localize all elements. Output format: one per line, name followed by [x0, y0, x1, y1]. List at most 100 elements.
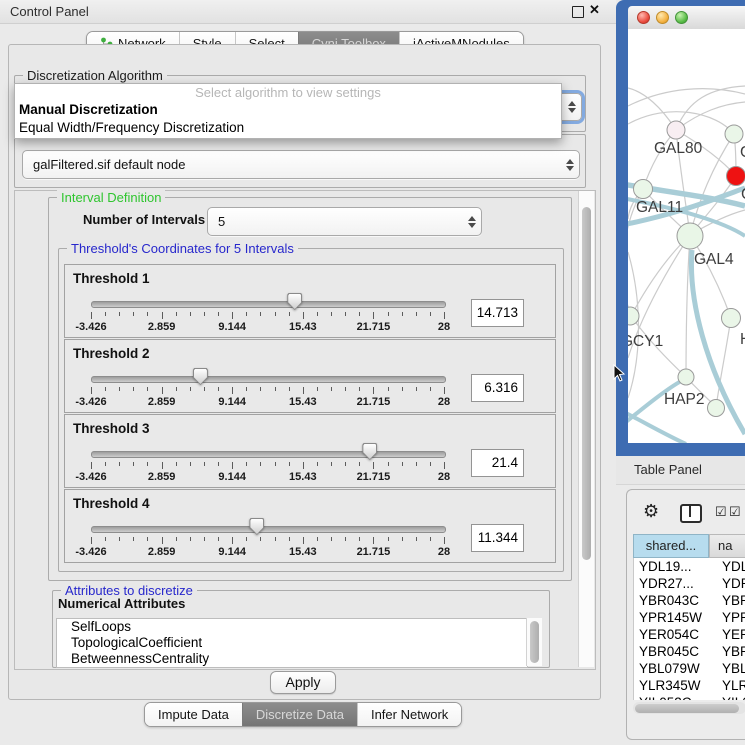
tab-discretize-data[interactable]: Discretize Data — [242, 703, 357, 726]
minor-tick — [317, 387, 318, 391]
table-row[interactable]: YDL19...YDL1 — [634, 558, 745, 575]
zoom-traffic-light-icon[interactable] — [675, 11, 688, 24]
slider-track[interactable] — [91, 526, 446, 533]
threshold-value-field[interactable]: 11.344 — [471, 524, 524, 552]
table-row[interactable]: YIL052CYIL0 — [634, 694, 745, 700]
numerical-attributes-list[interactable]: SelfLoopsTopologicalCoefficientBetweenne… — [56, 618, 528, 668]
horizontal-scrollbar-thumb[interactable] — [635, 704, 739, 713]
checkbox-icon[interactable]: ☑ — [715, 504, 727, 520]
threshold-panel-1: Threshold 1-3.4262.8599.14415.4321.71528… — [64, 264, 556, 338]
minimize-traffic-light-icon[interactable] — [656, 11, 669, 24]
list-item-topologicalcoefficient[interactable]: TopologicalCoefficient — [57, 635, 527, 651]
slider-handle[interactable] — [287, 293, 302, 310]
table-row[interactable]: YPR145WYPR1 — [634, 609, 745, 626]
major-tick — [444, 537, 445, 544]
major-tick — [162, 462, 163, 469]
network-node[interactable] — [708, 400, 725, 417]
network-edge[interactable] — [643, 130, 676, 189]
minor-tick — [133, 387, 134, 391]
attributes-list-scrollbar[interactable] — [526, 618, 542, 666]
table-row[interactable]: YBR043CYBR0 — [634, 592, 745, 609]
minor-tick — [218, 462, 219, 466]
threshold-panel-4: Threshold 4-3.4262.8599.14415.4321.71528… — [64, 489, 556, 563]
table-data-combobox[interactable]: galFiltered.sif default node — [22, 150, 580, 179]
slider-handle[interactable] — [249, 518, 264, 535]
table-body[interactable]: YDL19...YDL1YDR27...YDR2YBR043CYBR0YPR14… — [633, 558, 745, 700]
tick-label: 28 — [438, 396, 450, 408]
major-tick — [303, 312, 304, 319]
control-panel-title: Control Panel — [10, 4, 89, 19]
slider-track[interactable] — [91, 301, 446, 308]
network-node-h[interactable] — [722, 309, 741, 328]
network-node-gal80[interactable] — [667, 121, 685, 139]
dropdown-option-equal-width[interactable]: Equal Width/Frequency Discretization — [15, 119, 561, 137]
minor-tick — [345, 312, 346, 316]
network-canvas[interactable]: GAL80GACGAL11GAL4GCY1HHAP2 — [628, 29, 745, 443]
network-node-hap2[interactable] — [678, 369, 694, 385]
threshold-panel-3: Threshold 3-3.4262.8599.14415.4321.71528… — [64, 414, 556, 488]
settings-gear-icon[interactable]: ⚙ — [643, 502, 659, 520]
network-node-gcy1[interactable] — [628, 307, 639, 325]
column-view-icon[interactable] — [680, 504, 702, 523]
minor-tick — [119, 312, 120, 316]
network-node-ga[interactable] — [725, 125, 743, 143]
checkbox-icon[interactable]: ☑ — [729, 504, 741, 520]
network-node-gal11[interactable] — [634, 180, 653, 199]
tick-label: -3.426 — [75, 546, 106, 558]
dropdown-option-manual[interactable]: Manual Discretization — [15, 101, 561, 119]
threshold-label: Threshold 4 — [73, 496, 150, 511]
close-traffic-light-icon[interactable] — [637, 11, 650, 24]
network-edge[interactable] — [628, 88, 676, 130]
threshold-value-field[interactable]: 21.4 — [471, 449, 524, 477]
network-node-label: H — [740, 331, 745, 348]
column-header-name[interactable]: na — [709, 534, 745, 558]
list-item-betweennesscentrality[interactable]: BetweennessCentrality — [57, 651, 527, 667]
major-tick — [91, 312, 92, 319]
list-item-selfloops[interactable]: SelfLoops — [57, 619, 527, 635]
close-icon[interactable]: ✕ — [589, 2, 600, 18]
vertical-scrollbar[interactable] — [578, 191, 594, 667]
table-row[interactable]: YER054CYER0 — [634, 626, 745, 643]
minor-tick — [204, 462, 205, 466]
number-of-intervals-combobox[interactable]: 5 — [207, 207, 482, 236]
slider-track[interactable] — [91, 451, 446, 458]
minor-tick — [105, 462, 106, 466]
tab-impute-data[interactable]: Impute Data — [145, 703, 242, 726]
network-view-titlebar[interactable] — [628, 6, 745, 30]
tick-label: 21.715 — [357, 471, 391, 483]
tab-label: Discretize Data — [256, 707, 344, 722]
tab-infer-network[interactable]: Infer Network — [357, 703, 461, 726]
cell-shared-name: YBL079W — [634, 660, 715, 677]
minor-tick — [388, 537, 389, 541]
table-row[interactable]: YLR345WYLR3 — [634, 677, 745, 694]
horizontal-scrollbar[interactable] — [633, 702, 745, 714]
network-edge[interactable] — [631, 235, 690, 316]
dropdown-placeholder-item[interactable]: Select algorithm to view settings — [15, 84, 561, 101]
number-of-intervals-value: 5 — [208, 214, 463, 229]
apply-button[interactable]: Apply — [270, 671, 336, 694]
minor-tick — [190, 387, 191, 391]
network-edge[interactable] — [628, 89, 745, 106]
slider-handle[interactable] — [193, 368, 208, 385]
cell-name: YDL1 — [715, 558, 745, 575]
column-header-shared-name[interactable]: shared... — [633, 534, 709, 558]
cell-shared-name: YBR043C — [634, 592, 715, 609]
network-node-gal4[interactable] — [677, 223, 703, 249]
attributes-list-scrollbar-thumb[interactable] — [530, 621, 539, 663]
tick-label: 9.144 — [218, 396, 246, 408]
float-window-icon[interactable] — [572, 6, 584, 18]
vertical-scrollbar-thumb[interactable] — [582, 207, 591, 560]
minor-tick — [430, 537, 431, 541]
table-row[interactable]: YBR045CYBR0 — [634, 643, 745, 660]
network-node-c[interactable] — [727, 167, 745, 186]
slider-track[interactable] — [91, 376, 446, 383]
threshold-value-field[interactable]: 14.713 — [471, 299, 524, 327]
table-panel-titlebar: Table Panel — [616, 456, 745, 485]
table-row[interactable]: YBL079WYBL0 — [634, 660, 745, 677]
minor-tick — [119, 537, 120, 541]
threshold-value-field[interactable]: 6.316 — [471, 374, 524, 402]
slider-handle[interactable] — [362, 443, 377, 460]
table-row[interactable]: YDR27...YDR2 — [634, 575, 745, 592]
major-tick — [373, 387, 374, 394]
tick-label: -3.426 — [75, 321, 106, 333]
